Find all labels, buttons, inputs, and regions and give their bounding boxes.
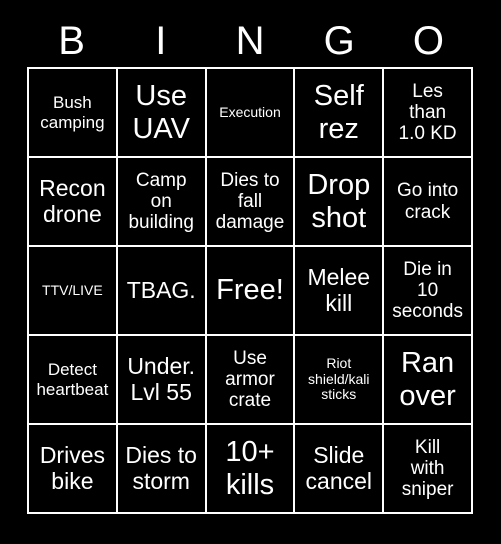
bingo-cell-r1-c4[interactable]: Go into crack [384, 158, 473, 247]
bingo-cell-label: Use armor crate [225, 347, 275, 412]
bingo-cell-label: Ran over [399, 347, 456, 412]
bingo-cell-label: Detect heartbeat [36, 360, 109, 399]
bingo-cell-label: Melee kill [307, 263, 371, 316]
bingo-card: B I N G O Bush camping Use UAV Execution Self r… [0, 0, 501, 544]
bingo-cell-label: Execution [219, 103, 281, 120]
bingo-cell-label: Go into crack [396, 180, 459, 223]
bingo-cell-r0-c2[interactable]: Execution [206, 69, 296, 158]
bingo-cell-r0-c4[interactable]: Les than 1.0 KD [384, 69, 473, 158]
bingo-header-letter-4: O [412, 19, 444, 63]
bingo-cell-r2-c0[interactable]: TTV/LIVE [29, 247, 118, 336]
bingo-cell-r0-c3[interactable]: Self rez [295, 69, 385, 158]
bingo-cell-label: Under. Lvl 55 [127, 352, 196, 405]
bingo-cell-label: Free! [216, 274, 284, 307]
bingo-cell-r2-c4[interactable]: Die in 10 seconds [384, 247, 473, 336]
bingo-cell-label: TTV/LIVE [42, 281, 103, 298]
bingo-cell-label: Dies to storm [125, 441, 197, 494]
bingo-cell-r0-c1[interactable]: Use UAV [117, 69, 207, 158]
bingo-cell-label: Drives bike [39, 441, 105, 494]
bingo-cell-r2-c1[interactable]: TBAG. [117, 247, 207, 336]
bingo-cell-r2-c2[interactable]: Free! [206, 247, 296, 336]
bingo-cell-r1-c0[interactable]: Recon drone [29, 158, 118, 247]
bingo-cell-r3-c1[interactable]: Under. Lvl 55 [117, 336, 207, 425]
bingo-cell-label: Kill with sniper [401, 436, 454, 501]
bingo-cell-r1-c1[interactable]: Camp on building [117, 158, 207, 247]
bingo-header-letter-2: N [235, 19, 265, 63]
bingo-grid: Bush camping Use UAV Execution Self rez Les … [27, 67, 473, 514]
bingo-cell-label: Bush camping [40, 93, 105, 132]
bingo-cell-label: Die in 10 seconds [392, 258, 463, 323]
bingo-cell-label: Self rez [313, 80, 364, 145]
bingo-cell-label: Use UAV [132, 80, 190, 145]
bingo-cell-r4-c2[interactable]: 10+ kills [206, 425, 296, 514]
bingo-header-letter-1: I [155, 19, 167, 63]
bingo-cell-r4-c3[interactable]: Slide cancel [295, 425, 385, 514]
bingo-cell-r3-c2[interactable]: Use armor crate [206, 336, 296, 425]
bingo-cell-label: Recon drone [39, 174, 106, 227]
bingo-cell-r2-c3[interactable]: Melee kill [295, 247, 385, 336]
bingo-cell-label: Dies to fall damage [215, 169, 285, 234]
bingo-cell-r3-c0[interactable]: Detect heartbeat [29, 336, 118, 425]
bingo-header: BINGO [27, 16, 473, 66]
bingo-cell-label: Camp on building [128, 169, 194, 234]
bingo-cell-r0-c0[interactable]: Bush camping [29, 69, 118, 158]
bingo-cell-r3-c4[interactable]: Ran over [384, 336, 473, 425]
bingo-cell-r4-c1[interactable]: Dies to storm [117, 425, 207, 514]
bingo-cell-label: 10+ kills [225, 436, 275, 501]
bingo-cell-label: Les than 1.0 KD [398, 80, 457, 145]
bingo-cell-label: Riot shield/kali sticks [308, 354, 370, 403]
bingo-cell-r1-c2[interactable]: Dies to fall damage [206, 158, 296, 247]
bingo-cell-r4-c0[interactable]: Drives bike [29, 425, 118, 514]
bingo-header-letter-3: G [323, 19, 355, 63]
bingo-header-letter-0: B [58, 19, 85, 63]
bingo-cell-r3-c3[interactable]: Riot shield/kali sticks [295, 336, 385, 425]
bingo-cell-label: Slide cancel [305, 441, 373, 494]
bingo-cell-label: TBAG. [126, 276, 196, 303]
bingo-cell-r1-c3[interactable]: Drop shot [295, 158, 385, 247]
bingo-cell-label: Drop shot [307, 169, 371, 234]
bingo-cell-r4-c4[interactable]: Kill with sniper [384, 425, 473, 514]
